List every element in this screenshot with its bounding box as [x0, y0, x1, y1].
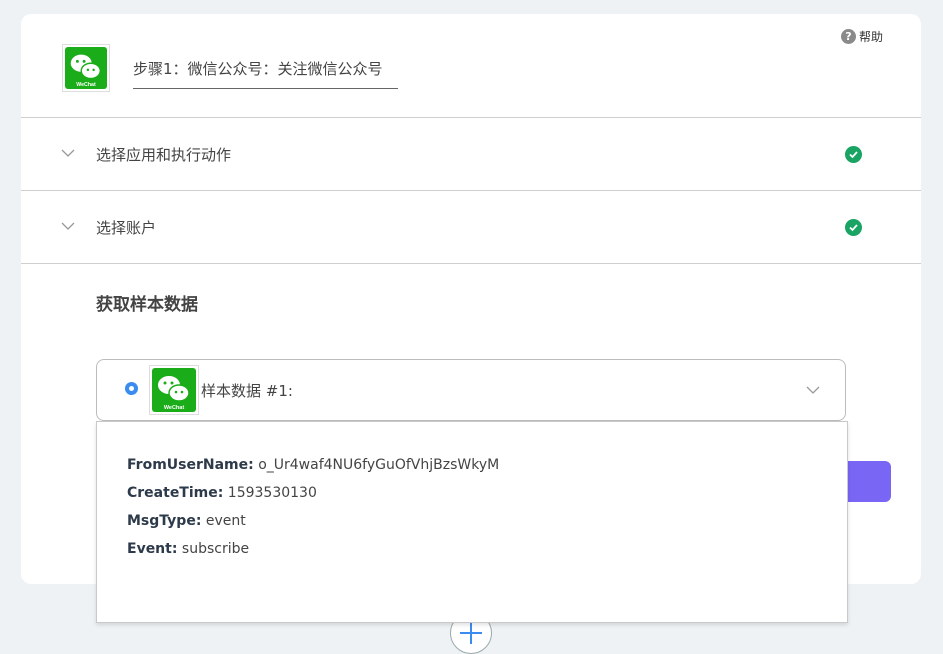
field-value: subscribe: [181, 541, 250, 557]
field-event: Event: subscribe: [127, 541, 249, 557]
field-value: 1593530130: [227, 485, 317, 501]
help-label: 帮助: [858, 30, 883, 44]
wechat-app-icon: WeChat: [62, 44, 110, 92]
field-from-user-name: FromUserName: o_Ur4waf4NU6fyGuOfVhjBzsWk…: [127, 457, 499, 473]
chevron-down-icon: [806, 386, 820, 394]
sample-data-dropdown: FromUserName: o_Ur4waf4NU6fyGuOfVhjBzsWk…: [96, 421, 848, 623]
wechat-logo-icon: WeChat: [65, 47, 107, 89]
question-icon: ?: [840, 29, 856, 44]
wechat-logo-text: WeChat: [76, 82, 96, 88]
section-label: 选择账户: [96, 218, 157, 237]
field-create-time: CreateTime: 1593530130: [127, 485, 317, 501]
sample-data-select[interactable]: WeChat 样本数据 #1:: [96, 359, 846, 421]
field-value: o_Ur4waf4NU6fyGuOfVhjBzsWkyM: [258, 457, 500, 473]
wechat-logo-icon: WeChat: [152, 368, 196, 412]
check-icon: [845, 218, 862, 236]
help-link[interactable]: ? 帮助: [840, 28, 883, 45]
wechat-logo-text: WeChat: [164, 405, 185, 411]
step-title-field[interactable]: 步骤1：微信公众号：关注微信公众号: [133, 58, 398, 89]
chevron-down-icon: [61, 149, 75, 157]
radio-selected[interactable]: [125, 382, 138, 395]
field-key: FromUserName:: [127, 457, 254, 473]
chevron-down-icon: [61, 222, 75, 230]
field-msg-type: MsgType: event: [127, 513, 246, 529]
section-select-account[interactable]: 选择账户: [21, 190, 921, 264]
sample-data-heading: 获取样本数据: [96, 295, 198, 315]
continue-button[interactable]: [841, 461, 891, 502]
section-select-app-action[interactable]: 选择应用和执行动作: [21, 117, 921, 190]
section-label: 选择应用和执行动作: [96, 145, 232, 164]
field-key: MsgType:: [127, 513, 202, 529]
field-key: Event:: [127, 541, 178, 557]
field-key: CreateTime:: [127, 485, 224, 501]
field-value: event: [205, 513, 246, 529]
wechat-app-icon: WeChat: [149, 365, 199, 415]
sample-select-label: 样本数据 #1:: [201, 382, 293, 400]
check-icon: [845, 145, 862, 163]
